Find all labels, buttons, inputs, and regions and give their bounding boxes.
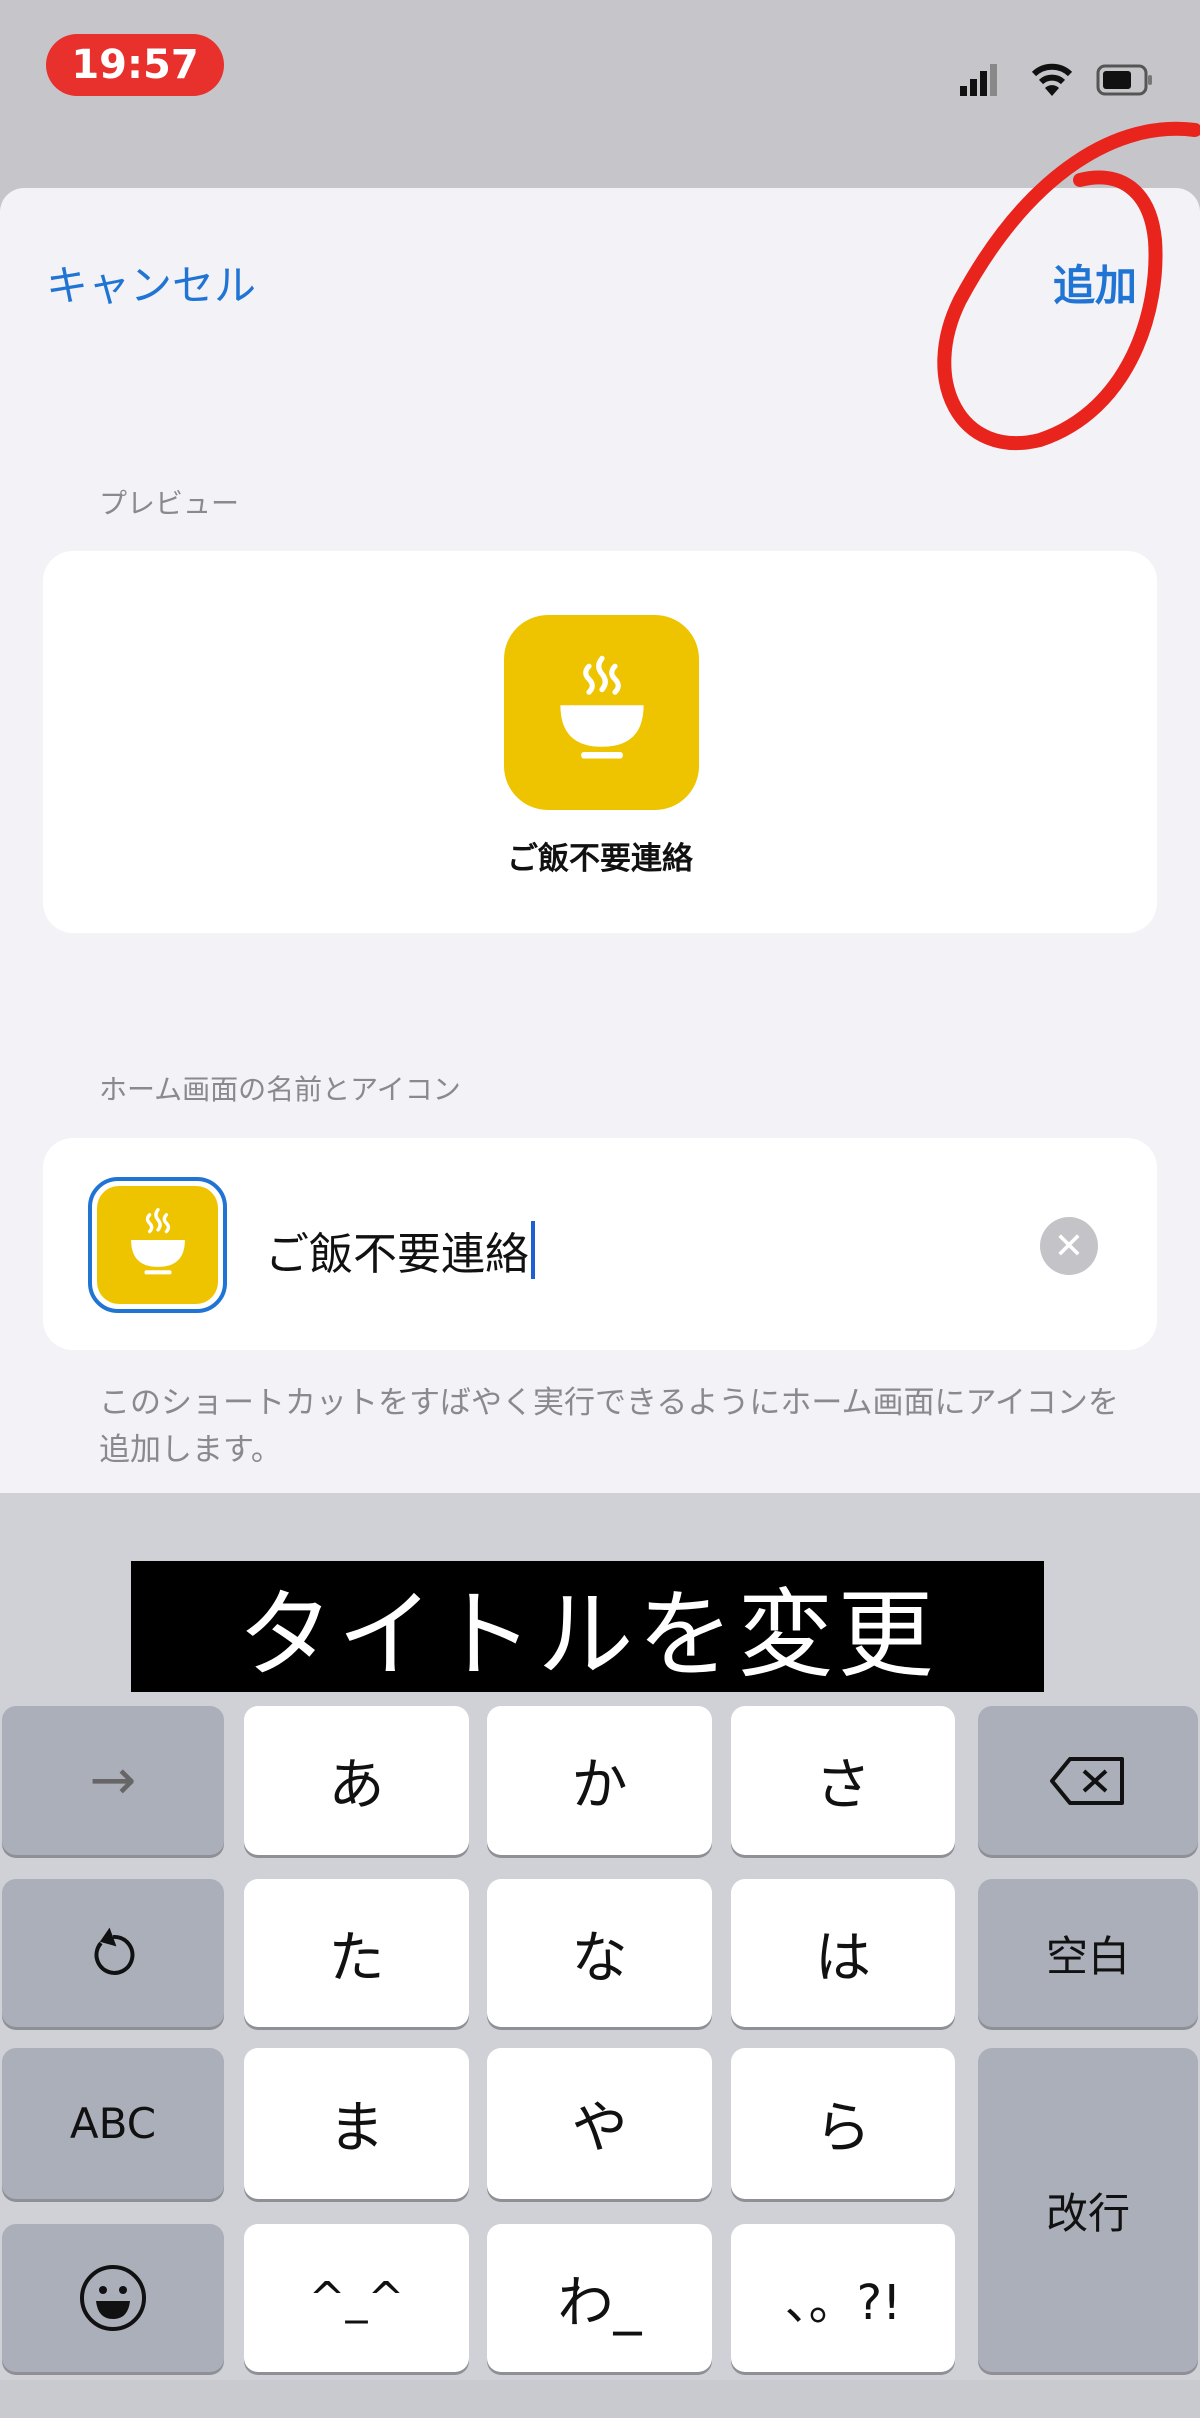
wifi-icon: [1030, 60, 1074, 102]
key-ya[interactable]: や: [487, 2048, 712, 2199]
space-key[interactable]: 空白: [978, 1879, 1198, 2027]
key-ha[interactable]: は: [731, 1879, 955, 2027]
key-ka[interactable]: か: [487, 1706, 712, 1855]
key-next-candidate[interactable]: →: [2, 1706, 224, 1855]
clear-text-icon[interactable]: ✕: [1040, 1217, 1098, 1275]
bowl-steam-icon: [97, 1186, 218, 1304]
emoji-icon: [80, 2265, 146, 2331]
home-section-label: ホーム画面の名前とアイコン: [99, 1073, 461, 1106]
key-na[interactable]: な: [487, 1879, 712, 2027]
return-key[interactable]: 改行: [978, 2048, 1198, 2372]
key-punctuation[interactable]: 、。?!: [731, 2224, 955, 2372]
status-time: 19:57: [46, 34, 224, 96]
name-input-value: ご飯不要連絡: [265, 1229, 529, 1280]
name-input[interactable]: ご飯不要連絡: [265, 1218, 535, 1282]
home-footer-text: このショートカットをすばやく実行できるようにホーム画面にアイコンを追加します。: [99, 1385, 1119, 1468]
signal-icon: [960, 62, 1004, 102]
preview-app-name: ご飯不要連絡: [507, 841, 693, 877]
red-circle-annotation: [937, 121, 1200, 451]
battery-icon: [1096, 64, 1154, 100]
undo-icon: [94, 1927, 135, 1975]
preview-card: ご飯不要連絡: [43, 551, 1157, 933]
key-a[interactable]: あ: [244, 1706, 469, 1855]
key-ma[interactable]: ま: [244, 2048, 469, 2199]
text-cursor: [531, 1221, 535, 1279]
backspace-icon: [1050, 1756, 1124, 1805]
name-card: ご飯不要連絡 ✕: [43, 1138, 1157, 1350]
video-caption: タイトルを変更: [131, 1561, 1044, 1692]
abc-key[interactable]: ABC: [2, 2048, 224, 2199]
key-wa[interactable]: わ_: [487, 2224, 712, 2372]
keyboard-bottom-bar: [0, 2380, 1200, 2418]
bowl-steam-icon: [504, 615, 699, 810]
key-sa[interactable]: さ: [731, 1706, 955, 1855]
icon-picker-button[interactable]: [88, 1177, 227, 1313]
key-ta[interactable]: た: [244, 1879, 469, 2027]
preview-section-label: プレビュー: [99, 487, 240, 520]
delete-key[interactable]: [978, 1706, 1198, 1855]
undo-key[interactable]: [2, 1879, 224, 2027]
key-ra[interactable]: ら: [731, 2048, 955, 2199]
emoji-key[interactable]: [2, 2224, 224, 2372]
cancel-button[interactable]: キャンセル: [46, 252, 256, 313]
key-kaomoji[interactable]: ^_^: [244, 2224, 469, 2372]
